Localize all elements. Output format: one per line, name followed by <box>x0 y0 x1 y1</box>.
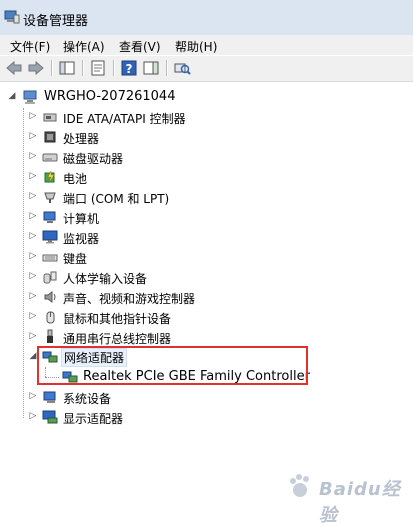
tree-item-processor[interactable]: ▷ 处理器 <box>0 127 413 147</box>
tree-item-label: 电池 <box>63 172 88 186</box>
expand-icon[interactable]: ▷ <box>28 211 38 221</box>
toolbar: ? <box>0 56 413 82</box>
device-manager-icon <box>4 10 20 24</box>
tree-item-label: 处理器 <box>63 132 100 146</box>
help-icon[interactable]: ? <box>120 59 138 77</box>
battery-icon <box>44 170 55 184</box>
speaker-icon <box>44 291 56 303</box>
tree-item-ide[interactable]: ▷ IDE ATA/ATAPI 控制器 <box>0 107 413 127</box>
tree-item-label: 系统设备 <box>63 392 112 406</box>
tree-item-label: 端口 (COM 和 LPT) <box>63 192 170 206</box>
toolbar-separator <box>82 60 84 76</box>
action-pane-icon[interactable] <box>142 59 160 77</box>
tree-item-label: 声音、视频和游戏控制器 <box>63 292 196 306</box>
highlight-annotation <box>37 346 308 385</box>
console-tree-icon[interactable] <box>58 59 76 77</box>
tree-item-battery[interactable]: ▷ 电池 <box>0 167 413 187</box>
expand-icon[interactable]: ▷ <box>28 171 38 181</box>
tree-item-label: 磁盘驱动器 <box>63 152 124 166</box>
menu-help[interactable]: 帮助(H) <box>175 38 217 55</box>
expand-icon[interactable]: ▷ <box>28 231 38 241</box>
collapse-icon[interactable]: ◢ <box>7 91 17 101</box>
tree-item-label: IDE ATA/ATAPI 控制器 <box>63 112 186 126</box>
mouse-icon <box>46 311 55 324</box>
system-device-icon <box>43 391 56 403</box>
root-label: WRGHO-207261044 <box>44 89 176 104</box>
tree-item-label: 人体学输入设备 <box>63 272 148 286</box>
ide-controller-icon <box>43 113 57 122</box>
display-adapter-icon <box>42 410 58 424</box>
svg-text:?: ? <box>126 62 133 76</box>
properties-icon[interactable] <box>89 59 107 77</box>
tree-item-mice[interactable]: ▷ 鼠标和其他指针设备 <box>0 307 413 327</box>
menu-bar: 文件(F) 操作(A) 查看(V) 帮助(H) <box>0 35 413 55</box>
processor-icon <box>44 131 56 143</box>
disk-drive-icon <box>42 153 58 162</box>
scan-hardware-icon[interactable] <box>173 59 191 77</box>
expand-icon[interactable]: ▷ <box>28 271 38 281</box>
toolbar-separator <box>51 60 53 76</box>
menu-action[interactable]: 操作(A) <box>63 38 105 55</box>
tree-item-disk-drives[interactable]: ▷ 磁盘驱动器 <box>0 147 413 167</box>
usb-icon <box>47 329 53 343</box>
expand-icon[interactable]: ▷ <box>28 391 38 401</box>
tree-item-ports[interactable]: ▷ 端口 (COM 和 LPT) <box>0 187 413 207</box>
tree-item-label: 计算机 <box>63 212 100 226</box>
baidu-watermark: Baidu经验 <box>285 469 405 526</box>
computer-icon <box>23 90 37 104</box>
title-bar: 设备管理器 <box>0 0 413 36</box>
monitor-icon <box>42 230 58 244</box>
expand-icon[interactable]: ▷ <box>28 151 38 161</box>
tree-item-sound[interactable]: ▷ 声音、视频和游戏控制器 <box>0 287 413 307</box>
tree-item-keyboards[interactable]: ▷ 键盘 <box>0 247 413 267</box>
tree-item-display-adapters[interactable]: ▷ 显示适配器 <box>0 407 413 427</box>
tree-item-label: 显示适配器 <box>63 412 124 426</box>
keyboard-icon <box>42 254 58 262</box>
hid-icon <box>43 271 57 284</box>
menu-view[interactable]: 查看(V) <box>119 38 161 55</box>
expand-icon[interactable]: ▷ <box>28 111 38 121</box>
forward-arrow-icon[interactable] <box>27 59 45 77</box>
expand-icon[interactable]: ▷ <box>28 191 38 201</box>
expand-icon[interactable]: ▷ <box>28 251 38 261</box>
tree-item-label: 监视器 <box>63 232 100 246</box>
paw-logo-icon <box>290 474 309 497</box>
expand-icon[interactable]: ▷ <box>28 291 38 301</box>
toolbar-separator <box>113 60 115 76</box>
tree-item-usb[interactable]: ▷ 通用串行总线控制器 <box>0 327 413 347</box>
expand-icon[interactable]: ▷ <box>28 131 38 141</box>
tree-item-hid[interactable]: ▷ 人体学输入设备 <box>0 267 413 287</box>
device-tree: ◢ WRGHO-207261044 ▷ IDE ATA/ATAPI 控制器 ▷ … <box>0 82 413 509</box>
port-icon <box>44 192 56 203</box>
tree-item-label: 鼠标和其他指针设备 <box>63 312 172 326</box>
expand-icon[interactable]: ▷ <box>28 411 38 421</box>
computer-icon <box>43 211 56 223</box>
tree-root[interactable]: ◢ WRGHO-207261044 <box>0 87 413 107</box>
tree-item-label: 通用串行总线控制器 <box>63 332 172 346</box>
window-title: 设备管理器 <box>23 14 89 29</box>
toolbar-separator <box>166 60 168 76</box>
tree-item-system-devices[interactable]: ▷ 系统设备 <box>0 387 413 407</box>
tree-item-computer[interactable]: ▷ 计算机 <box>0 207 413 227</box>
tree-item-label: 键盘 <box>63 252 88 266</box>
back-arrow-icon[interactable] <box>5 59 23 77</box>
expand-icon[interactable]: ▷ <box>28 331 38 341</box>
expand-icon[interactable]: ▷ <box>28 311 38 321</box>
tree-item-monitors[interactable]: ▷ 监视器 <box>0 227 413 247</box>
watermark-text: Baidu经验 <box>319 479 401 526</box>
menu-file[interactable]: 文件(F) <box>10 38 50 55</box>
